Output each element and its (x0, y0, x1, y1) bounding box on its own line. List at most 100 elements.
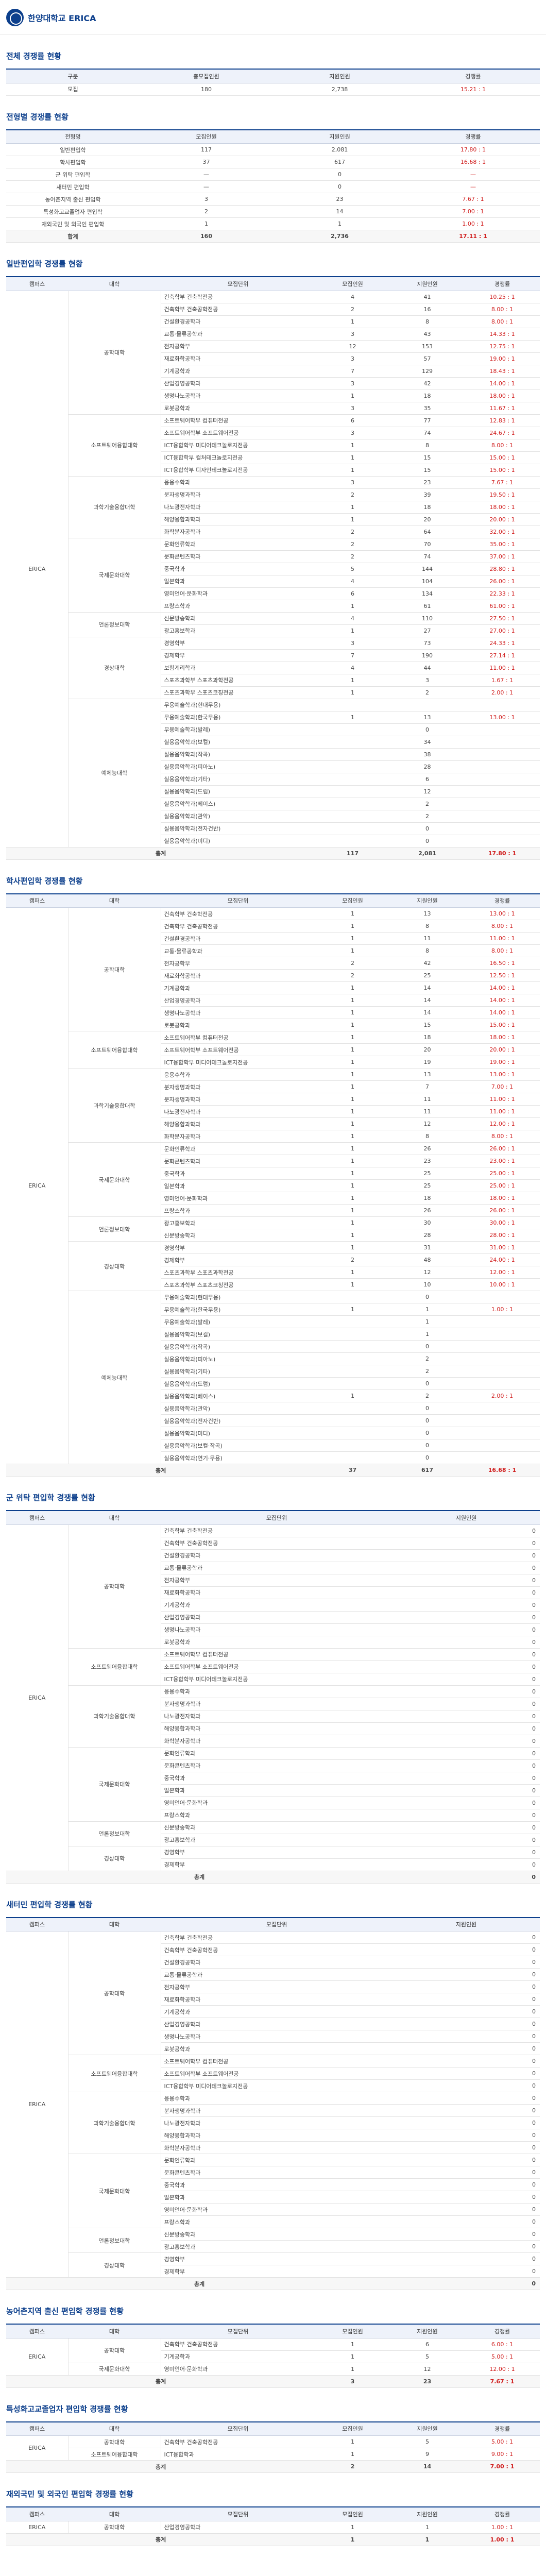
table-row: 과학기술융합대학 응용수학과 3 23 7.67 : 1 (6, 476, 540, 538)
cell: 1 (315, 2338, 390, 2351)
cell: 건축학부 건축학전공 (161, 1524, 393, 1537)
cell: 1 (273, 217, 406, 230)
cell: 190 (390, 649, 465, 662)
cell: 실용음악학과(연기·무용) (161, 1451, 315, 1464)
col-header: 대학 (68, 276, 161, 291)
cell: 응용수학과 (161, 1068, 315, 1081)
col-header: 캠퍼스 (6, 1917, 68, 1931)
cell: 응용수학과 (161, 1685, 393, 1698)
cell: 14 (390, 2460, 465, 2473)
cell: 617 (273, 156, 406, 168)
cell: 공학대학 (68, 1524, 161, 1649)
table-row: 모집 180 2,738 15.21 : 1 (6, 83, 540, 96)
cell: 4 (315, 612, 390, 625)
cell: 언론정보대학 (68, 2228, 161, 2253)
logo[interactable]: 한양대학교 ERICA (6, 8, 96, 26)
cell: 2 (390, 1352, 465, 1365)
cell: 1 (315, 2533, 390, 2546)
cell: 국제문화대학 (68, 1747, 161, 1822)
cell: 1.00 : 1 (465, 2533, 540, 2546)
cell: 일본학과 (161, 1179, 315, 1192)
cell: 2 (315, 526, 390, 538)
cell: 무용예술학과(한국무용) (161, 1303, 315, 1316)
table-row: 소프트웨어융합대학 소프트웨어학부 컴퓨터전공 0 (6, 1648, 540, 1686)
cell: 1.67 : 1 (465, 674, 540, 687)
cell (465, 723, 540, 736)
cell: 실용음악학과(드럼) (161, 1377, 315, 1390)
table-row: 재외국민 및 외국인 편입학 1 1 1.00 : 1 (6, 217, 540, 230)
cell (315, 699, 390, 711)
bachelor-table: 캠퍼스 대학 모집단위 모집인원 지원인원 경쟁률 ERICA 공학대학 건축학부 … (6, 893, 540, 1477)
cell: 1 (315, 711, 390, 724)
cell: 0 (393, 2018, 540, 2030)
cell: 17.11 : 1 (406, 230, 540, 243)
cell: 1 (315, 1266, 390, 1279)
cell: 7.67 : 1 (465, 476, 540, 489)
page-content: 전체 경쟁률 현황 구분 총모집인원 지원인원 경쟁률 모집 180 2,738… (0, 50, 546, 2546)
cell: 소프트웨어학부 컴퓨터전공 (161, 414, 315, 427)
cell: 교통·물류공학과 (161, 1562, 393, 1574)
cell: 6 (315, 414, 390, 427)
cell: 프랑스학과 (161, 600, 315, 613)
cell: 5 (315, 563, 390, 575)
cell: 중국학과 (161, 1772, 393, 1785)
cell: 1 (315, 1031, 390, 1044)
cell: 1 (315, 1167, 390, 1180)
cell: 소프트웨어학부 컴퓨터전공 (161, 1648, 393, 1661)
cell: 스포츠과학부 스포츠과학전공 (161, 674, 315, 687)
by-type-table: 전형명 모집인원 지원인원 경쟁률 일반편입학 117 2,081 17.80 : 1… (6, 129, 540, 243)
cell: 프랑스학과 (161, 2215, 393, 2228)
cell: 해양융합과학과 (161, 1722, 393, 1735)
cell: 0 (390, 1414, 465, 1427)
cell: 신문방송학과 (161, 2228, 393, 2241)
cell: 2 (390, 1365, 465, 1378)
cell: 0 (393, 1980, 540, 1993)
cell: 14 (273, 205, 406, 218)
cell: 26.00 : 1 (465, 575, 540, 588)
col-header: 전형명 (6, 129, 140, 144)
table-header-row: 캠퍼스 대학 모집단위 모집인원 지원인원 경쟁률 (6, 2421, 540, 2436)
cell: 9 (390, 2448, 465, 2461)
cell: 7 (390, 1080, 465, 1093)
cell: 1 (315, 439, 390, 452)
cell: 0 (393, 2042, 540, 2055)
table-row: 새터민 편입학 —0— (6, 180, 540, 193)
cell: 8.00 : 1 (465, 315, 540, 328)
cell: 12.00 : 1 (465, 2363, 540, 2376)
cell: 1 (315, 1130, 390, 1143)
table-row: ERICA 공학대학 건축학부 건축공학전공 1 6 6.00 : 1 (6, 2338, 540, 2376)
cell: 재료화학공학과 (161, 352, 315, 365)
col-header: 캠퍼스 (6, 276, 68, 291)
cell: 공학대학 (68, 2435, 161, 2448)
cell: 31.00 : 1 (465, 1241, 540, 1254)
cell: 생명나노공학과 (161, 1623, 393, 1636)
cell: 소프트웨어학부 소프트웨어전공 (161, 1660, 393, 1673)
cell: 공학대학 (68, 2338, 161, 2363)
cell: 언론정보대학 (68, 1216, 161, 1242)
cell: 공학대학 (68, 907, 161, 1031)
cell: 2,738 (273, 83, 406, 96)
cell: 0 (393, 1660, 540, 1673)
cell: 8 (390, 920, 465, 933)
cell: 실용음악학과(전자건반) (161, 822, 315, 835)
cell: 1 (315, 451, 390, 464)
cell: 14.00 : 1 (465, 994, 540, 1007)
cell (315, 1414, 390, 1427)
cell: 15.00 : 1 (465, 1019, 540, 1031)
cell: 28 (390, 760, 465, 773)
cell: 1 (315, 1080, 390, 1093)
cell: 경상대학 (68, 2252, 161, 2278)
table-row: 국제문화대학 영미언어·문화학과 1 12 12.00 : 1 (6, 2363, 540, 2376)
cell: 0 (393, 2277, 540, 2290)
cell: 1 (315, 464, 390, 477)
cell: 분자생명과학과 (161, 1698, 393, 1710)
cell: 1 (315, 981, 390, 994)
cell: 무용예술학과(발레) (161, 1315, 315, 1328)
cell: 영미언어·문화학과 (161, 2363, 315, 2376)
cell (315, 1439, 390, 1452)
cell (465, 1414, 540, 1427)
cell: 2 (390, 798, 465, 810)
cell: 중국학과 (161, 2178, 393, 2191)
cell: 실용음악학과(전자건반) (161, 1414, 315, 1427)
cell: 1.00 : 1 (406, 217, 540, 230)
